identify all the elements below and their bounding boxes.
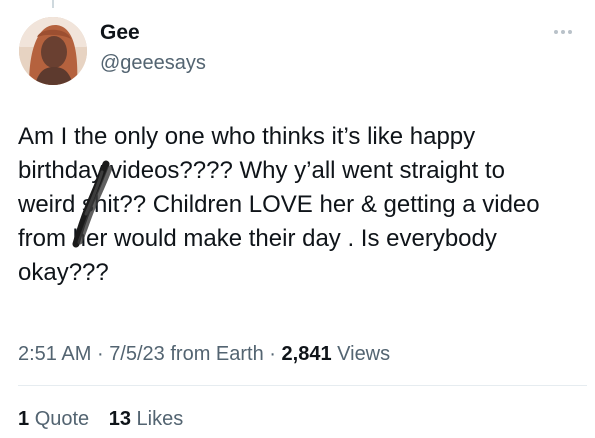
views-count: 2,841 xyxy=(281,343,332,365)
more-options-icon[interactable] xyxy=(551,26,575,38)
tweet-time[interactable]: 2:51 AM xyxy=(18,343,91,365)
author-handle[interactable]: @geeesays xyxy=(100,50,206,76)
tweet-date-source[interactable]: 7/5/23 from Earth xyxy=(109,343,264,365)
more-dot xyxy=(568,30,572,34)
author-names: Gee @geeesays xyxy=(100,20,206,76)
meta-separator: · xyxy=(96,343,104,365)
thread-connector-line xyxy=(52,0,54,8)
more-dot xyxy=(554,30,558,34)
avatar[interactable] xyxy=(19,17,87,85)
engagement-stats: 1 Quote 13 Likes xyxy=(18,405,183,433)
more-dot xyxy=(561,30,565,34)
avatar-image xyxy=(19,17,87,85)
tweet-metadata: 2:51 AM · 7/5/23 from Earth · 2,841 View… xyxy=(18,340,390,368)
likes-stat[interactable]: 13 Likes xyxy=(109,408,184,430)
divider xyxy=(18,385,587,386)
quotes-stat[interactable]: 1 Quote xyxy=(18,408,95,430)
likes-count: 13 xyxy=(108,408,131,430)
views-label: Views xyxy=(337,343,391,365)
quote-count: 1 xyxy=(18,408,30,430)
censor-scribble xyxy=(72,160,113,248)
author-display-name[interactable]: Gee xyxy=(100,20,206,46)
tweet-header: Gee @geeesays xyxy=(16,14,579,86)
likes-label: Likes xyxy=(136,408,184,430)
quote-label: Quote xyxy=(34,408,90,430)
meta-separator: · xyxy=(269,343,276,365)
